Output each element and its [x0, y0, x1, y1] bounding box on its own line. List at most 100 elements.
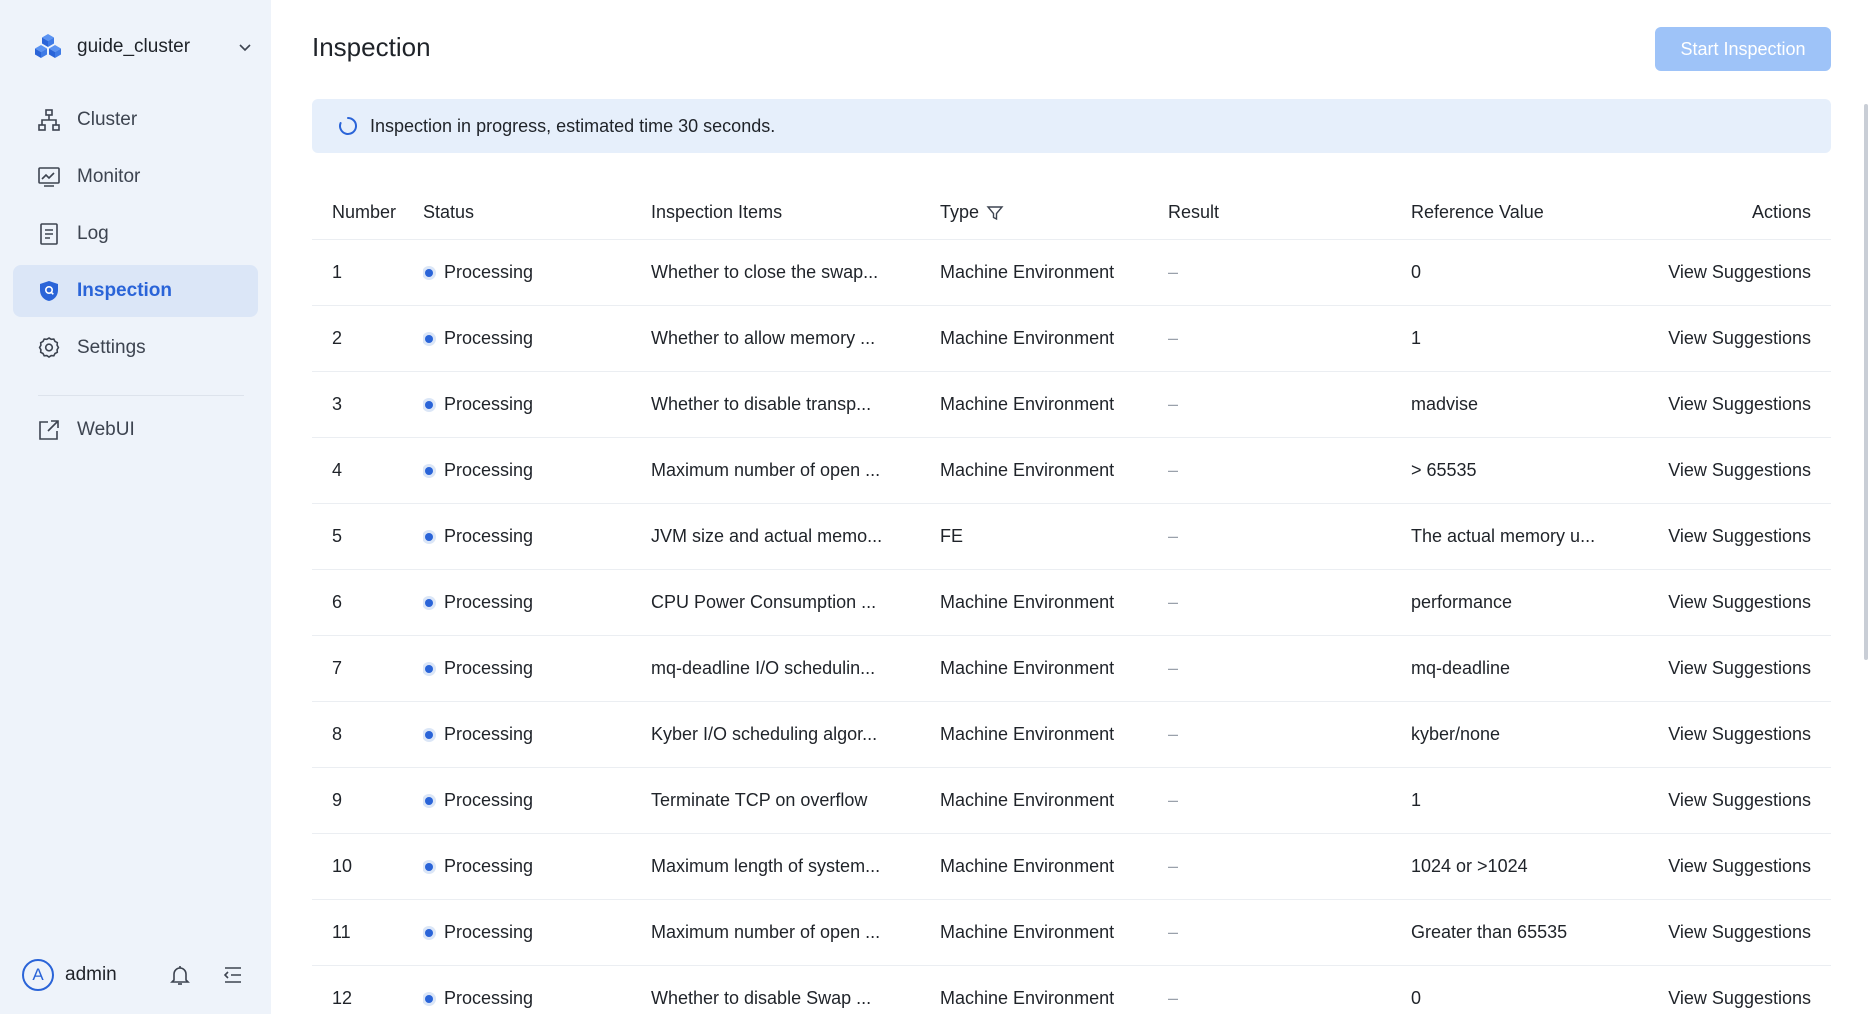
view-suggestions-link[interactable]: View Suggestions — [1668, 724, 1811, 745]
cell-result: – — [1168, 592, 1179, 612]
cell-reference-value: 1 — [1411, 328, 1422, 348]
gear-icon — [38, 337, 60, 358]
cell-status: Processing — [423, 570, 623, 635]
view-suggestions-link[interactable]: View Suggestions — [1668, 592, 1811, 613]
cell-inspection-item: mq-deadline I/O schedulin... — [651, 658, 876, 678]
cell-result: – — [1168, 922, 1179, 942]
status-dot — [425, 532, 433, 541]
view-suggestions-link[interactable]: View Suggestions — [1668, 328, 1811, 349]
cell-number: 8 — [332, 724, 343, 744]
cell-actions: View Suggestions — [1621, 240, 1811, 305]
cell-actions: View Suggestions — [1621, 834, 1811, 899]
column-header-reference: Reference Value — [1411, 202, 1544, 222]
cell-result: – — [1168, 394, 1179, 414]
status-dot — [425, 466, 433, 475]
cell-type: Machine Environment — [940, 460, 1115, 480]
sidebar-item-log[interactable]: Log — [13, 208, 258, 260]
status-dot — [425, 268, 433, 277]
cell-status: Processing — [423, 372, 623, 437]
cell-inspection-item: CPU Power Consumption ... — [651, 592, 877, 612]
cluster-switcher[interactable]: guide_cluster — [33, 30, 253, 64]
sidebar-item-inspection[interactable]: Inspection — [13, 265, 258, 317]
sidebar-item-settings[interactable]: Settings — [13, 322, 258, 374]
cell-reference-value: 1 — [1411, 790, 1422, 810]
table-row: 7 Processing mq-deadline I/O schedulin... M… — [312, 636, 1831, 702]
view-suggestions-link[interactable]: View Suggestions — [1668, 394, 1811, 415]
filter-icon[interactable] — [986, 204, 1004, 222]
cell-status: Processing — [423, 768, 623, 833]
sidebar-item-webui[interactable]: WebUI — [13, 404, 258, 456]
column-header-type: Type — [940, 186, 1150, 239]
cell-number: 2 — [332, 328, 343, 348]
cell-reference-value: 1024 or >1024 — [1411, 856, 1528, 876]
cell-actions: View Suggestions — [1621, 966, 1811, 1014]
cell-type: FE — [940, 526, 964, 546]
view-suggestions-link[interactable]: View Suggestions — [1668, 526, 1811, 547]
chevron-down-icon — [239, 44, 251, 52]
cell-type: Machine Environment — [940, 394, 1115, 414]
view-suggestions-link[interactable]: View Suggestions — [1668, 658, 1811, 679]
cell-actions: View Suggestions — [1621, 306, 1811, 371]
sidebar-item-label: Monitor — [77, 166, 141, 187]
cell-inspection-item: Whether to disable Swap ... — [651, 988, 872, 1008]
cell-number: 12 — [332, 988, 353, 1008]
cluster-name: guide_cluster — [77, 36, 191, 57]
status-label: Processing — [444, 394, 534, 414]
sidebar-item-label: Cluster — [77, 109, 138, 130]
sidebar-item-label: WebUI — [77, 419, 135, 440]
cell-status: Processing — [423, 636, 623, 701]
cluster-icon — [38, 109, 60, 131]
view-suggestions-link[interactable]: View Suggestions — [1668, 262, 1811, 283]
cell-type: Machine Environment — [940, 856, 1115, 876]
view-suggestions-link[interactable]: View Suggestions — [1668, 922, 1811, 943]
cell-reference-value: 0 — [1411, 262, 1422, 282]
status-label: Processing — [444, 922, 534, 942]
cell-status: Processing — [423, 240, 623, 305]
table-row: 9 Processing Terminate TCP on overflow Mach… — [312, 768, 1831, 834]
sidebar-item-monitor[interactable]: Monitor — [13, 151, 258, 203]
start-inspection-button[interactable]: Start Inspection — [1655, 27, 1831, 71]
cell-number: 1 — [332, 262, 343, 282]
cell-inspection-item: Terminate TCP on overflow — [651, 790, 868, 810]
avatar[interactable]: A — [22, 959, 54, 991]
status-dot — [425, 928, 433, 937]
cell-inspection-item: Whether to close the swap... — [651, 262, 879, 282]
view-suggestions-link[interactable]: View Suggestions — [1668, 856, 1811, 877]
cell-type: Machine Environment — [940, 790, 1115, 810]
cell-status: Processing — [423, 702, 623, 767]
collapse-menu-icon[interactable] — [221, 963, 245, 987]
shield-icon — [40, 281, 58, 301]
cell-number: 5 — [332, 526, 343, 546]
table-body: 1 Processing Whether to close the swap... M… — [312, 240, 1831, 1014]
cell-status: Processing — [423, 306, 623, 371]
cell-result: – — [1168, 988, 1179, 1008]
cell-inspection-item: Kyber I/O scheduling algor... — [651, 724, 878, 744]
table-row: 2 Processing Whether to allow memory ... Ma… — [312, 306, 1831, 372]
cell-reference-value: kyber/none — [1411, 724, 1501, 744]
progress-text: Inspection in progress, estimated time 3… — [370, 115, 776, 136]
cell-inspection-item: Maximum number of open ... — [651, 922, 881, 942]
status-dot — [425, 730, 433, 739]
sidebar-item-label: Inspection — [77, 280, 173, 301]
cell-status: Processing — [423, 966, 623, 1014]
cell-reference-value: madvise — [1411, 394, 1479, 414]
table-row: 3 Processing Whether to disable transp... M… — [312, 372, 1831, 438]
cell-reference-value: performance — [1411, 592, 1513, 612]
bell-icon[interactable] — [168, 963, 192, 987]
view-suggestions-link[interactable]: View Suggestions — [1668, 988, 1811, 1009]
view-suggestions-link[interactable]: View Suggestions — [1668, 460, 1811, 481]
cell-type: Machine Environment — [940, 658, 1115, 678]
table-header: Number Status Inspection Items Type Resu… — [312, 186, 1831, 240]
table-row: 1 Processing Whether to close the swap... M… — [312, 240, 1831, 306]
username[interactable]: admin — [65, 964, 117, 986]
status-dot — [425, 862, 433, 871]
cell-result: – — [1168, 658, 1179, 678]
view-suggestions-link[interactable]: View Suggestions — [1668, 790, 1811, 811]
scrollbar[interactable] — [1864, 104, 1868, 660]
sidebar-item-cluster[interactable]: Cluster — [13, 94, 258, 146]
cell-result: – — [1168, 526, 1179, 546]
status-label: Processing — [444, 988, 534, 1008]
cell-type: Machine Environment — [940, 328, 1115, 348]
cell-reference-value: 0 — [1411, 988, 1422, 1008]
status-label: Processing — [444, 526, 534, 546]
